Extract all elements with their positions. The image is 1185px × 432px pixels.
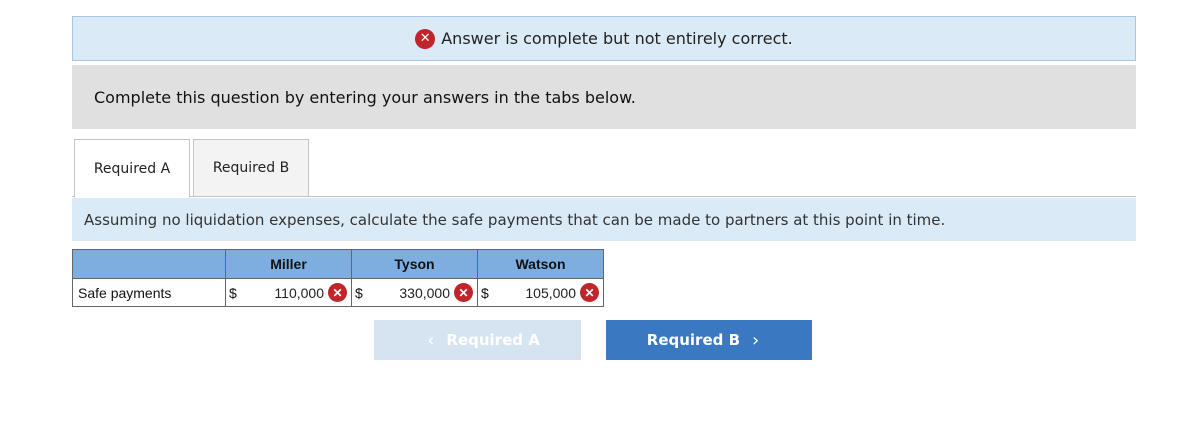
error-x-icon: ✕ — [415, 28, 436, 49]
header-tyson: Tyson — [351, 249, 478, 279]
row-label-safe-payments: Safe payments — [72, 278, 226, 307]
tyson-cell: $ 330,000 ✕ — [351, 278, 478, 307]
table-header-row: Miller Tyson Watson — [72, 249, 604, 279]
watson-input[interactable]: 105,000 — [495, 285, 580, 301]
miller-input[interactable]: 110,000 — [243, 285, 328, 301]
incorrect-x-icon: ✕ — [580, 283, 599, 302]
question-text: Assuming no liquidation expenses, calcul… — [84, 210, 946, 229]
currency-symbol: $ — [355, 284, 363, 301]
table-row: Safe payments $ 110,000 ✕ $ 330,000 ✕ $ — [72, 278, 604, 307]
chevron-right-icon: › — [752, 329, 760, 351]
tyson-input[interactable]: 330,000 — [369, 285, 454, 301]
tab-bar: Required A Required B — [72, 139, 1136, 198]
next-button-label: Required B — [646, 331, 741, 349]
tab-required-b[interactable]: Required B — [193, 139, 309, 197]
miller-cell: $ 110,000 ✕ — [225, 278, 352, 307]
watson-cell: $ 105,000 ✕ — [477, 278, 604, 307]
tab-required-a-label: Required A — [93, 160, 171, 177]
question-prompt: Assuming no liquidation expenses, calcul… — [72, 198, 1136, 241]
prev-button-label: Required A — [446, 331, 540, 349]
prev-required-a-button[interactable]: ‹ Required A — [374, 320, 581, 360]
currency-symbol: $ — [481, 284, 489, 301]
header-miller: Miller — [225, 249, 352, 279]
instructions-text: Complete this question by entering your … — [94, 87, 636, 107]
instructions: Complete this question by entering your … — [72, 65, 1136, 129]
incorrect-x-icon: ✕ — [454, 283, 473, 302]
header-watson: Watson — [477, 249, 604, 279]
header-blank — [72, 249, 226, 279]
answer-table: Miller Tyson Watson Safe payments $ 110,… — [72, 249, 604, 307]
result-message: Answer is complete but not entirely corr… — [441, 29, 793, 48]
incorrect-x-icon: ✕ — [328, 283, 347, 302]
currency-symbol: $ — [229, 284, 237, 301]
next-required-b-button[interactable]: Required B › — [606, 320, 812, 360]
tab-required-b-label: Required B — [212, 160, 290, 176]
tab-required-a[interactable]: Required A — [74, 139, 190, 198]
result-banner: ✕ Answer is complete but not entirely co… — [72, 16, 1136, 61]
chevron-left-icon: ‹ — [427, 329, 435, 351]
